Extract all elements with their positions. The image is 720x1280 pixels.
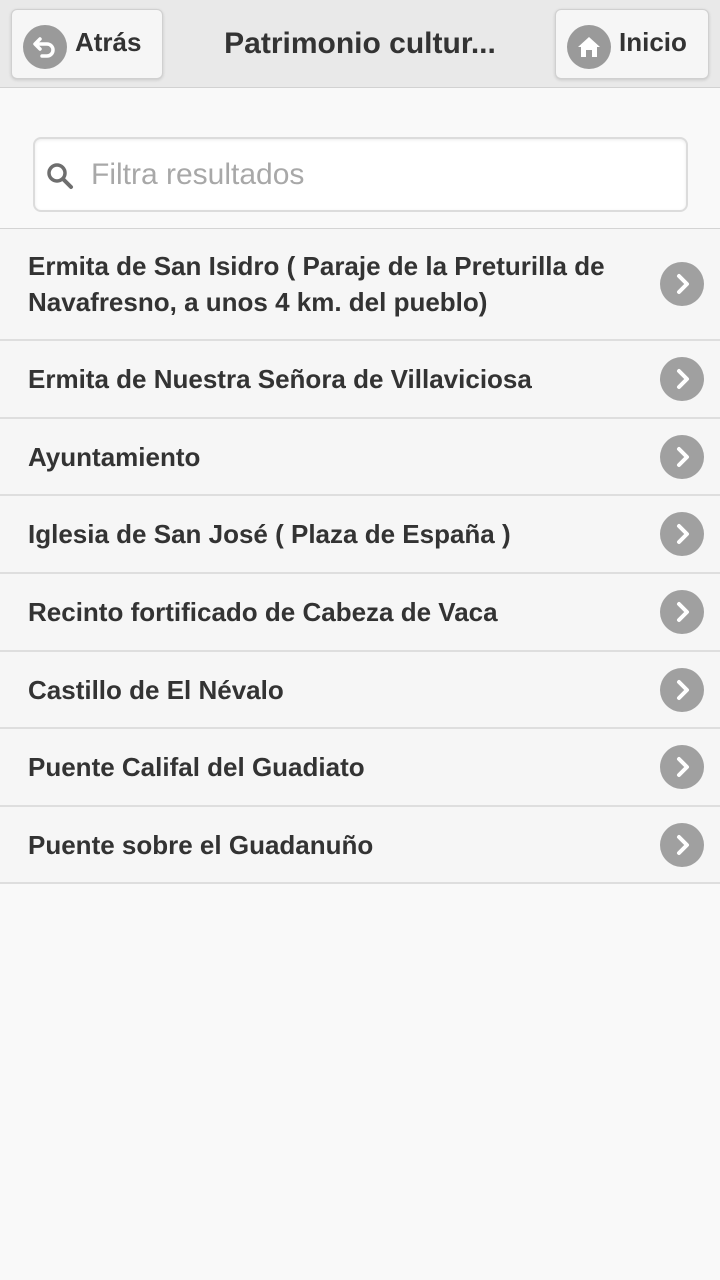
results-list: Ermita de San Isidro ( Paraje de la Pret… (0, 229, 720, 884)
list-item-label: Ayuntamiento (28, 441, 201, 472)
search-area (0, 88, 720, 229)
list-item[interactable]: Recinto fortificado de Cabeza de Vaca (0, 574, 720, 652)
chevron-right-icon (660, 745, 704, 789)
chevron-right-icon (660, 434, 704, 479)
chevron-right-icon (660, 357, 704, 401)
search-icon (45, 161, 75, 191)
chevron-right-icon (660, 262, 704, 306)
list-item-label: Puente Califal del Guadiato (28, 752, 365, 782)
header-bar: Atrás Patrimonio cultur... Inicio (0, 0, 720, 88)
list-item[interactable]: Ermita de San Isidro ( Paraje de la Pret… (0, 229, 720, 341)
list-item-label: Ermita de Nuestra Señora de Villaviciosa (28, 364, 532, 394)
back-arrow-icon (23, 25, 67, 69)
home-button-label: Inicio (619, 26, 687, 57)
list-item[interactable]: Puente Califal del Guadiato (0, 729, 720, 807)
list-item-label: Puente sobre el Guadanuño (28, 829, 374, 860)
list-item[interactable]: Ayuntamiento (0, 419, 720, 496)
page-title: Patrimonio cultur... (224, 27, 496, 60)
home-icon (567, 25, 611, 69)
chevron-right-icon (660, 590, 704, 634)
list-item[interactable]: Ermita de Nuestra Señora de Villaviciosa (0, 341, 720, 419)
list-item[interactable]: Puente sobre el Guadanuño (0, 807, 720, 884)
back-button[interactable]: Atrás (11, 9, 163, 79)
home-button[interactable]: Inicio (555, 9, 709, 79)
chevron-right-icon (660, 512, 704, 556)
chevron-right-icon (660, 667, 704, 712)
list-item[interactable]: Iglesia de San José ( Plaza de España ) (0, 496, 720, 574)
back-button-label: Atrás (75, 26, 142, 57)
list-item-label: Castillo de El Névalo (28, 674, 284, 705)
list-item-label: Ermita de San Isidro ( Paraje de la Pret… (28, 251, 605, 317)
list-item-label: Iglesia de San José ( Plaza de España ) (28, 519, 511, 549)
list-item[interactable]: Castillo de El Névalo (0, 652, 720, 729)
search-input[interactable] (91, 149, 681, 201)
search-box[interactable] (33, 137, 688, 212)
list-item-label: Recinto fortificado de Cabeza de Vaca (28, 597, 498, 627)
chevron-right-icon (660, 822, 704, 867)
